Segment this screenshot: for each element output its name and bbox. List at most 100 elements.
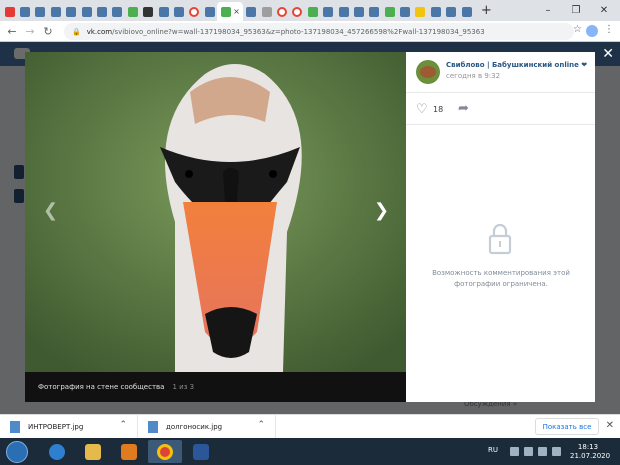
vk-icon <box>20 6 31 17</box>
browser-tab[interactable] <box>305 2 320 21</box>
photo-caption[interactable]: Фотография на стене сообщества <box>38 383 164 391</box>
swan-photo[interactable]: ❮ ❯ <box>25 52 406 372</box>
browser-tab[interactable] <box>48 2 63 21</box>
browser-tab[interactable]: × <box>217 2 244 21</box>
tab-close-icon[interactable]: × <box>233 7 240 16</box>
browser-tab[interactable] <box>367 2 382 21</box>
browser-tab[interactable] <box>444 2 459 21</box>
chrome-icon <box>157 443 173 460</box>
close-downloads-icon[interactable]: ✕ <box>606 420 614 431</box>
battery-icon[interactable] <box>552 447 561 456</box>
language-indicator[interactable]: RU <box>488 446 498 454</box>
browser-tab[interactable] <box>156 2 171 21</box>
windows-taskbar: RU 18:13 21.07.2020 <box>0 438 620 465</box>
community-avatar[interactable] <box>416 60 440 84</box>
taskbar-explorer[interactable] <box>76 440 110 463</box>
browser-tab[interactable] <box>428 2 443 21</box>
downloads-bar: ИНТРОВЕРТ.jpg ⌃ долгоносик.jpg ⌃ Показат… <box>0 414 620 439</box>
browser-tab[interactable] <box>202 2 217 21</box>
profile-avatar[interactable] <box>586 25 598 37</box>
download-filename: ИНТРОВЕРТ.jpg <box>28 422 84 431</box>
heart-icon[interactable]: ♡ <box>416 102 428 117</box>
browser-tab[interactable] <box>2 2 17 21</box>
taskbar-word[interactable] <box>184 440 218 463</box>
clock-time: 18:13 <box>577 443 599 451</box>
chevron-up-icon[interactable]: ⌃ <box>119 420 127 430</box>
browser-tab[interactable] <box>79 2 94 21</box>
yellow-icon <box>415 6 426 17</box>
vk-icon <box>112 6 123 17</box>
browser-tab[interactable] <box>274 2 289 21</box>
comments-restricted-text: Возможность комментирования этой фотогра… <box>432 269 570 288</box>
browser-tab[interactable] <box>397 2 412 21</box>
back-icon[interactable]: ← <box>3 22 21 40</box>
vk-icon <box>446 6 457 17</box>
green-icon <box>127 6 138 17</box>
padlock-icon <box>488 223 512 255</box>
vk-icon <box>97 6 108 17</box>
green-icon <box>307 6 318 17</box>
browser-tab[interactable] <box>141 2 156 21</box>
browser-tab[interactable] <box>64 2 79 21</box>
photo-caption-bar: Фотография на стене сообщества 1 из 3 <box>25 372 406 402</box>
vk-icon <box>430 6 441 17</box>
browser-tab[interactable] <box>94 2 109 21</box>
browser-tab[interactable] <box>336 2 351 21</box>
taskbar-ie[interactable] <box>40 440 74 463</box>
browser-tab[interactable] <box>110 2 125 21</box>
dark-icon <box>143 6 154 17</box>
browser-tab[interactable] <box>125 2 140 21</box>
share-arrow-icon[interactable]: ➦ <box>458 101 469 116</box>
url-path: /svibiovo_online?w=wall-137198034_95363&… <box>112 27 485 36</box>
taskbar-media[interactable] <box>112 440 146 463</box>
taskbar-chrome[interactable] <box>148 440 182 463</box>
start-button[interactable] <box>6 441 28 463</box>
post-time[interactable]: сегодня в 9:32 <box>446 72 500 80</box>
browser-tab[interactable] <box>290 2 305 21</box>
window-close-icon[interactable]: ✕ <box>590 0 618 21</box>
browser-tab[interactable] <box>171 2 186 21</box>
browser-tab[interactable] <box>17 2 32 21</box>
photo-sidebar: Свиблово | Бабушкинский online ❤ сегодня… <box>406 52 595 402</box>
browser-tab[interactable] <box>243 2 258 21</box>
close-viewer-icon[interactable]: ✕ <box>602 46 614 62</box>
vk-icon <box>173 6 184 17</box>
word-icon <box>193 443 209 460</box>
download-item[interactable]: долгоносик.jpg ⌃ <box>138 414 276 439</box>
bookmark-star-icon[interactable]: ☆ <box>573 24 582 35</box>
browser-tab[interactable] <box>382 2 397 21</box>
new-tab-button[interactable]: + <box>478 3 494 19</box>
vk-icon <box>353 6 364 17</box>
tab-strip: × + <box>0 0 620 21</box>
browser-tab[interactable] <box>351 2 366 21</box>
menu-dots-icon[interactable]: ⋮ <box>604 24 614 35</box>
chevron-up-icon[interactable]: ⌃ <box>257 420 265 430</box>
browser-tab[interactable] <box>320 2 335 21</box>
browser-tab[interactable] <box>259 2 274 21</box>
vk-icon <box>338 6 349 17</box>
minimize-icon[interactable]: – <box>534 0 562 21</box>
volume-icon[interactable] <box>538 447 547 456</box>
browser-tab[interactable] <box>187 2 202 21</box>
system-clock[interactable]: 18:13 21.07.2020 <box>570 443 610 461</box>
browser-tab[interactable] <box>33 2 48 21</box>
download-item[interactable]: ИНТРОВЕРТ.jpg ⌃ <box>0 414 138 439</box>
reload-icon[interactable]: ↻ <box>39 22 57 40</box>
url-host: vk.com <box>86 27 113 36</box>
next-photo-icon[interactable]: ❯ <box>374 200 389 221</box>
vk-icon <box>323 6 334 17</box>
previous-photo-icon[interactable]: ❮ <box>43 200 58 221</box>
network-icon[interactable] <box>524 447 533 456</box>
forward-icon[interactable]: → <box>21 22 39 40</box>
address-bar[interactable]: 🔒 vk.com/svibiovo_online?w=wall-13719803… <box>64 23 574 40</box>
maximize-icon[interactable]: ❐ <box>562 0 590 21</box>
tray-arrow-icon[interactable] <box>510 447 519 456</box>
like-count[interactable]: 18 <box>433 105 443 114</box>
browser-tab[interactable] <box>459 2 474 21</box>
vk-icon <box>246 6 257 17</box>
divider <box>406 92 595 93</box>
browser-tab[interactable] <box>413 2 428 21</box>
vk-icon <box>66 6 77 17</box>
show-all-downloads-button[interactable]: Показать все <box>535 418 599 435</box>
community-name[interactable]: Свиблово | Бабушкинский online ❤ <box>446 61 587 69</box>
